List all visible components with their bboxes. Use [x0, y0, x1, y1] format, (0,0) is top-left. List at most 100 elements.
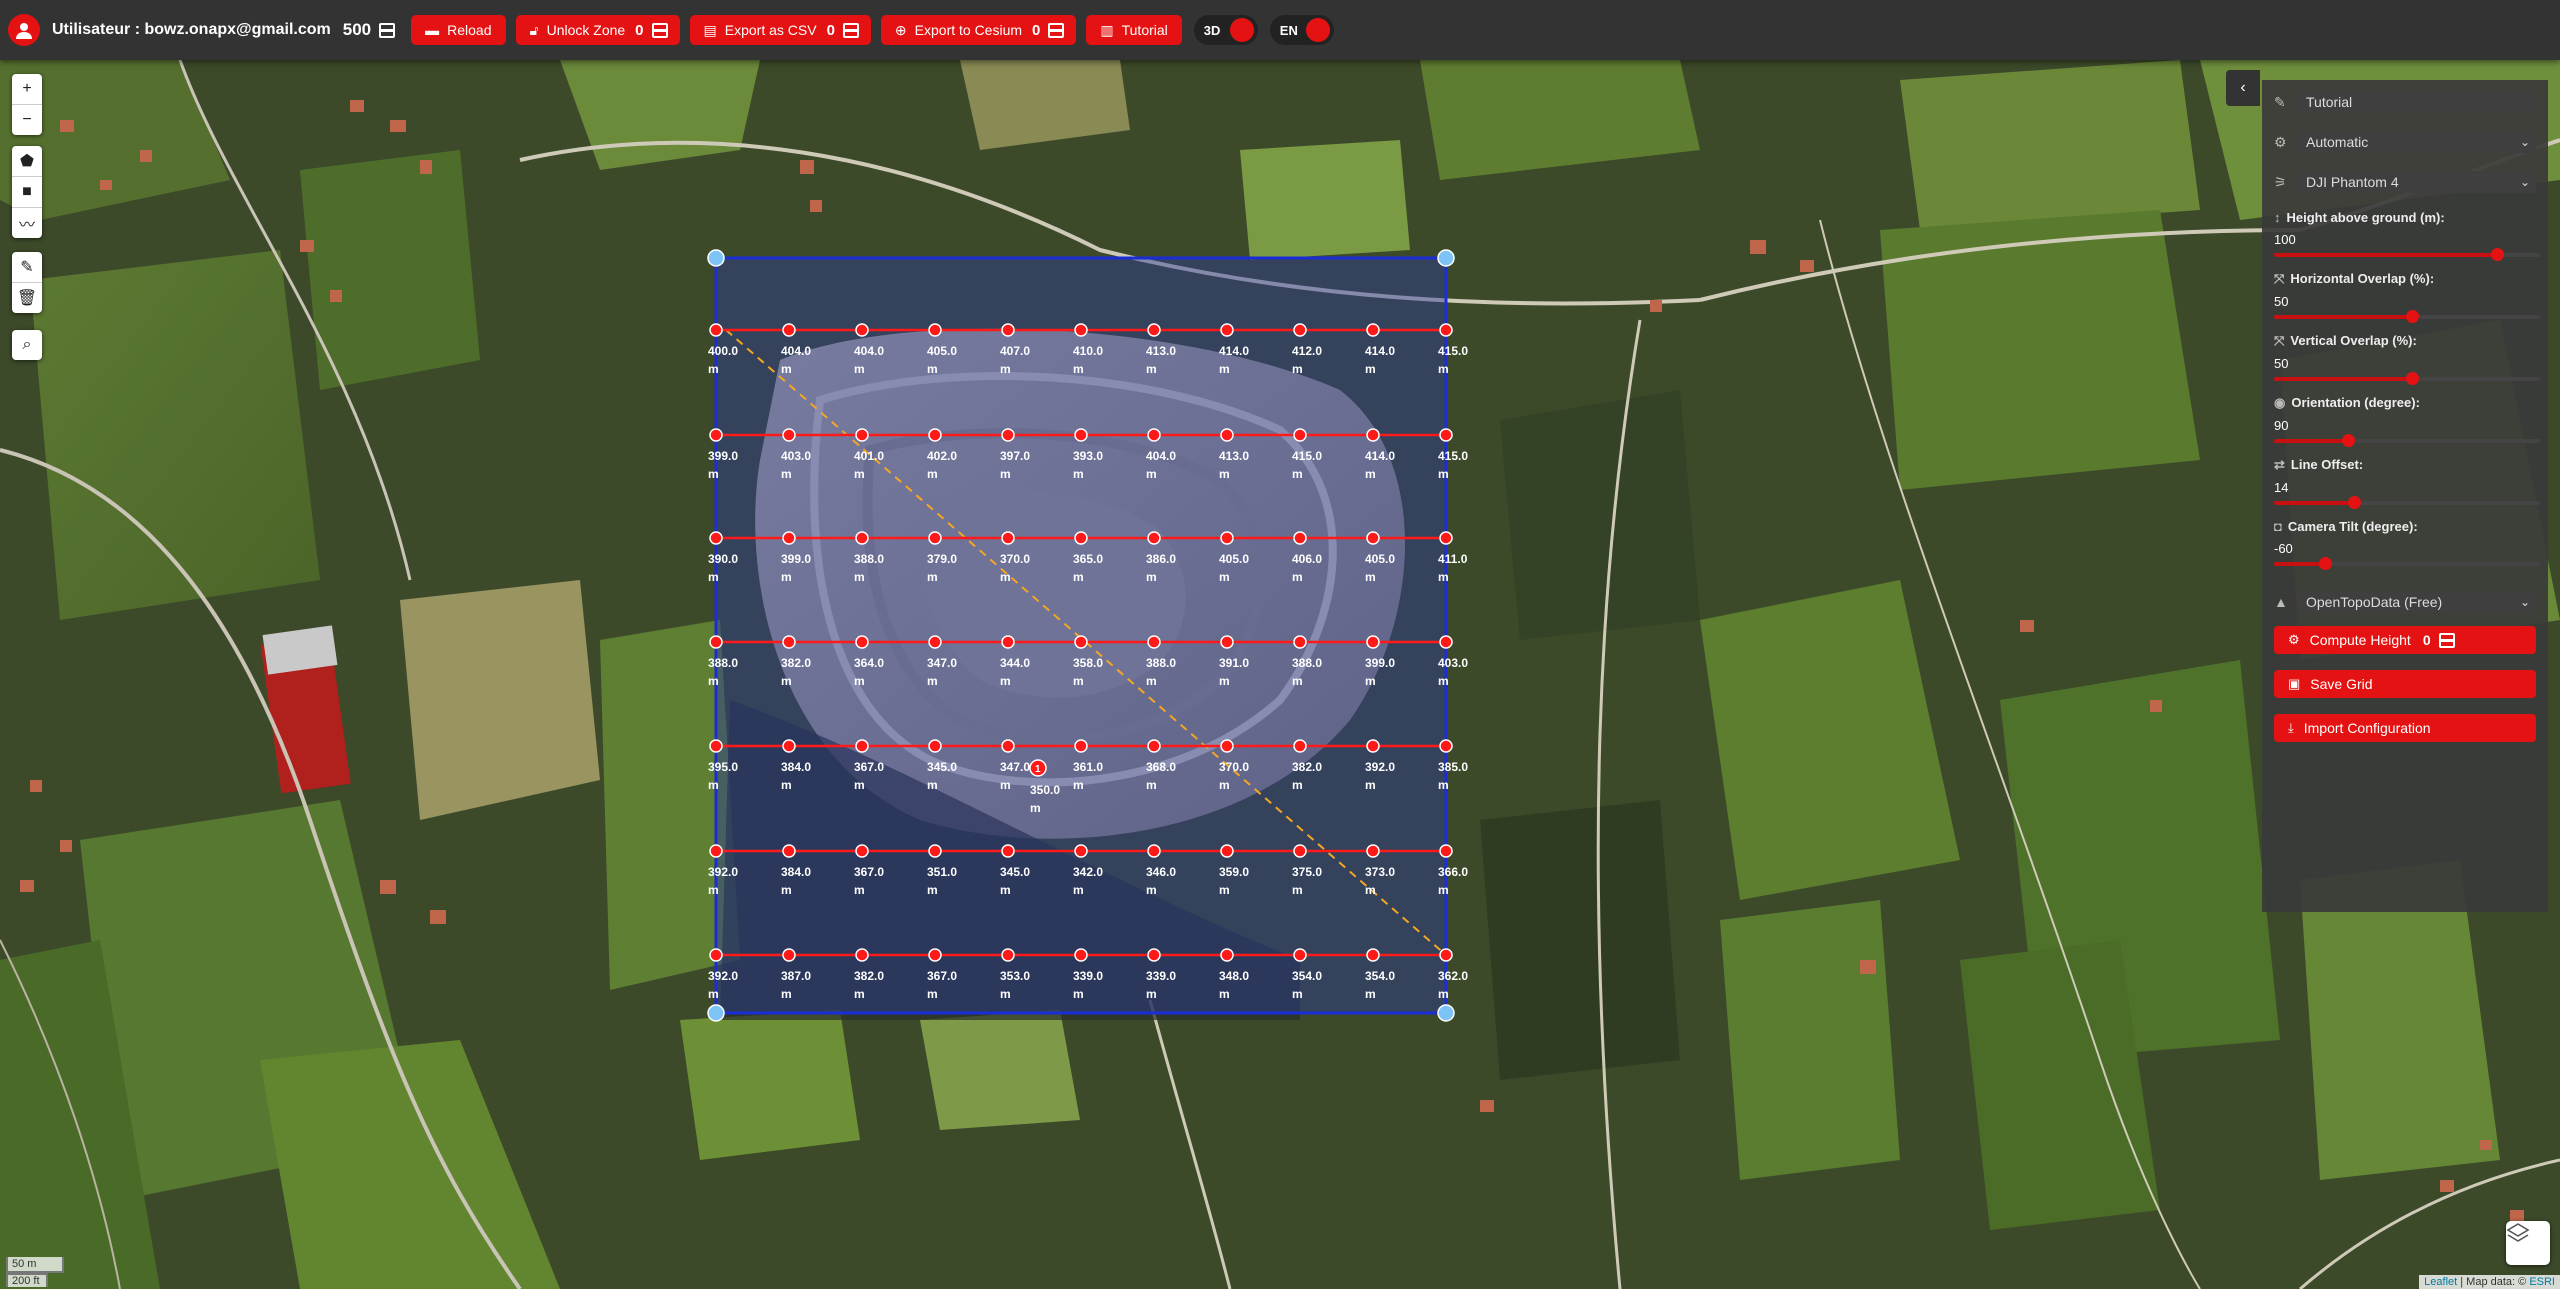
draw-polygon-icon[interactable]: ⬟: [12, 146, 42, 177]
edit-layers-icon[interactable]: ✎: [12, 252, 42, 283]
waypoint-altitude: 388.0: [1292, 656, 1322, 670]
waypoint-unit: m: [1219, 778, 1230, 792]
waypoint-marker: [1074, 948, 1088, 962]
waypoint-marker: [928, 428, 942, 442]
waypoint-unit: m: [1292, 883, 1303, 897]
zone-corner-handle[interactable]: [1437, 249, 1455, 267]
waypoint-altitude: 407.0: [1000, 344, 1030, 358]
user-avatar-icon[interactable]: [8, 14, 40, 46]
field-slider[interactable]: [2274, 434, 2540, 447]
waypoint-marker: [1293, 323, 1307, 337]
waypoint-marker: [855, 428, 869, 442]
layers-button[interactable]: [2506, 1221, 2550, 1265]
export-csv-button[interactable]: ▤ Export as CSV 0: [689, 15, 871, 45]
slider-knob[interactable]: [2406, 310, 2420, 323]
waypoint-unit: m: [854, 987, 865, 1001]
slider-fill: [2274, 315, 2413, 319]
import-config-button[interactable]: ⤓ Import Configuration: [2274, 714, 2536, 742]
export-cesium-button[interactable]: ⊕ Export to Cesium 0: [880, 15, 1077, 45]
compute-height-count: 0: [2422, 632, 2431, 648]
draw-polyline-icon[interactable]: 〰: [12, 208, 42, 238]
zone-corner-handle[interactable]: [1437, 1004, 1455, 1022]
drone-value: DJI Phantom 4: [2306, 174, 2399, 190]
save-grid-button[interactable]: ▣ Save Grid: [2274, 670, 2536, 698]
waypoint-marker: [1366, 323, 1380, 337]
attribution-text: | Map data: ©: [2460, 1276, 2527, 1288]
elevation-source-select[interactable]: OpenTopoData (Free) ⌄: [2298, 591, 2536, 613]
waypoint-altitude: 397.0: [1000, 449, 1030, 463]
slider-knob[interactable]: [2342, 434, 2356, 447]
chevron-down-icon: ⌄: [2519, 595, 2530, 609]
waypoint-unit: m: [927, 883, 938, 897]
waypoint-altitude: 393.0: [1073, 449, 1103, 463]
coins-icon: [379, 23, 396, 38]
drone-select[interactable]: DJI Phantom 4 ⌄: [2298, 171, 2536, 193]
chevron-down-icon: ⌄: [2519, 175, 2530, 189]
map-view[interactable]: 400.0 m 404.0 m 404.0 m 405.0 m 407.0 m 410.0 m 413.…: [0, 60, 2560, 1289]
field-value: -60: [2274, 541, 2293, 556]
waypoint-altitude: 414.0: [1365, 344, 1395, 358]
coins-icon: [1048, 23, 1065, 38]
zoom-in-button[interactable]: +: [12, 74, 42, 105]
waypoint-marker: [782, 323, 796, 337]
mode-select[interactable]: Automatic ⌄: [2298, 131, 2536, 153]
waypoint-unit: m: [927, 674, 938, 688]
waypoint-unit: m: [854, 467, 865, 481]
waypoint-altitude: 364.0: [854, 656, 884, 670]
waypoint-marker: [1366, 531, 1380, 545]
camera-icon: ◘: [2274, 519, 2282, 534]
field-label: ↕ Height above ground (m):: [2274, 210, 2536, 225]
waypoint-marker: [1220, 635, 1234, 649]
waypoint-unit: m: [1219, 362, 1230, 376]
attribution: Leaflet | Map data: © ESRI: [2419, 1275, 2560, 1289]
waypoint-unit: m: [1073, 778, 1084, 792]
waypoint-marker: [1001, 323, 1015, 337]
export-cesium-count: 0: [1032, 21, 1041, 39]
slider-knob[interactable]: [2347, 496, 2361, 509]
zone-corner-handle[interactable]: [707, 1004, 725, 1022]
reload-button[interactable]: ▬ Reload: [411, 15, 506, 45]
zone-corner-handle[interactable]: [707, 249, 725, 267]
slider-knob[interactable]: [2491, 248, 2505, 261]
zoom-out-button[interactable]: −: [12, 105, 42, 135]
waypoint-altitude: 367.0: [927, 969, 957, 983]
unlock-zone-button[interactable]: 🔓︎ Unlock Zone 0: [515, 15, 680, 45]
edit-toolbar: ✎ 🗑︎: [12, 252, 42, 313]
waypoint-unit: m: [1292, 987, 1303, 1001]
tutorial-button[interactable]: ▥ Tutorial: [1086, 15, 1182, 45]
panel-collapse-button[interactable]: ‹: [2226, 70, 2260, 106]
delete-layers-icon[interactable]: 🗑︎: [12, 283, 42, 313]
leaflet-link[interactable]: Leaflet: [2424, 1276, 2457, 1288]
field-4: ⇄ Line Offset: 14: [2274, 457, 2540, 509]
waypoint-marker: [709, 323, 723, 337]
waypoint-marker: [1366, 948, 1380, 962]
waypoint-altitude: 388.0: [1146, 656, 1176, 670]
toggle-3d[interactable]: 3D: [1193, 15, 1258, 45]
waypoint-altitude: 392.0: [708, 969, 738, 983]
waypoint-unit: m: [708, 467, 719, 481]
field-slider[interactable]: [2274, 310, 2540, 323]
field-slider[interactable]: [2274, 557, 2540, 570]
waypoint-unit: m: [854, 362, 865, 376]
slider-knob[interactable]: [2406, 372, 2420, 385]
field-slider[interactable]: [2274, 248, 2540, 261]
field-slider[interactable]: [2274, 496, 2540, 509]
toggle-language-knob: [1305, 18, 1330, 42]
slider-knob[interactable]: [2318, 557, 2332, 570]
search-icon[interactable]: ⌕: [12, 330, 42, 360]
waypoint-marker: [782, 635, 796, 649]
top-toolbar: Utilisateur : bowz.onapx@gmail.com 500 ▬…: [0, 0, 2560, 60]
waypoint-altitude: 399.0: [708, 449, 738, 463]
waypoint-unit: m: [1146, 778, 1157, 792]
waypoint-unit: m: [1219, 570, 1230, 584]
draw-rectangle-icon[interactable]: ■: [12, 177, 42, 208]
waypoint-altitude: 342.0: [1073, 865, 1103, 879]
toggle-language[interactable]: EN: [1269, 15, 1334, 45]
waypoint-unit: m: [854, 570, 865, 584]
compute-height-button[interactable]: ⚙ Compute Height 0: [2274, 626, 2536, 654]
esri-link[interactable]: ESRI: [2529, 1276, 2555, 1288]
survey-zone[interactable]: 400.0 m 404.0 m 404.0 m 405.0 m 407.0 m 410.0 m 413.…: [707, 249, 1468, 1022]
unlock-zone-count: 0: [635, 21, 644, 39]
field-slider[interactable]: [2274, 372, 2540, 385]
mission-name-input[interactable]: Tutorial: [2298, 91, 2536, 113]
